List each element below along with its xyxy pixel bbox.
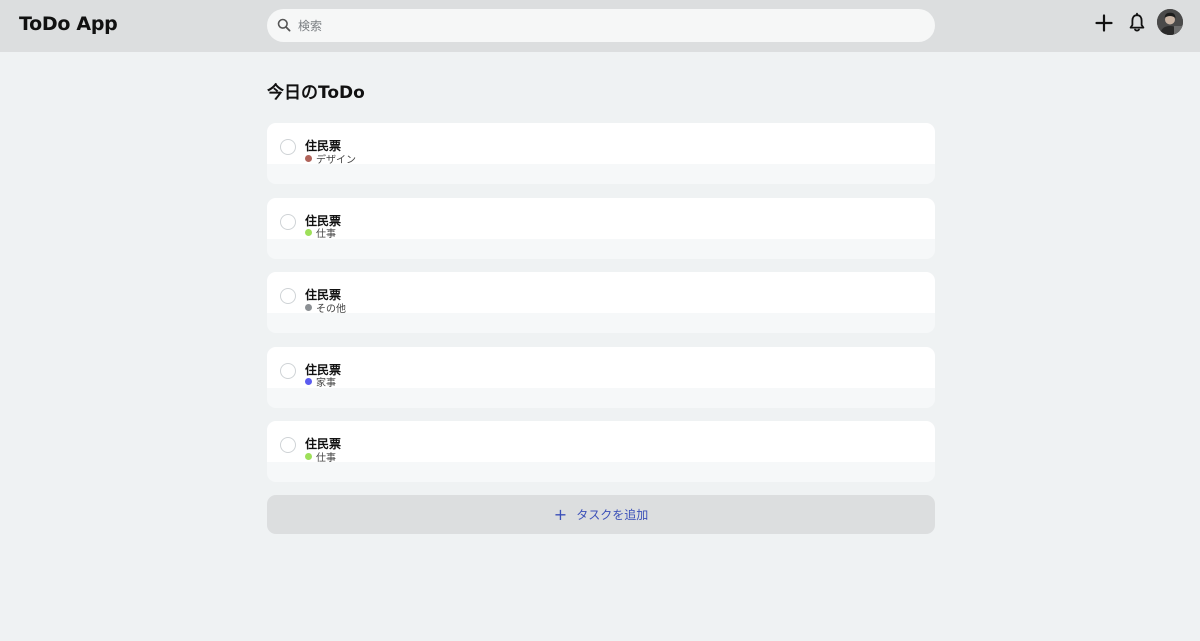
task-checkbox[interactable] [280,437,296,453]
add-task-button[interactable]: + タスクを追加 [267,495,935,534]
category-dot-icon [305,303,312,311]
app-title: ToDo App [19,13,118,35]
add-task-label: タスクを追加 [576,508,649,522]
task-checkbox[interactable] [280,288,296,304]
category-dot-icon [305,229,312,236]
task-item[interactable]: 住民票 仕事 [267,197,935,259]
user-avatar-icon [1157,9,1183,35]
task-item-top [267,421,935,462]
category-label: デザイン [316,154,356,166]
category-label: 仕事 [316,229,336,240]
task-category: その他 [305,301,346,315]
plus-icon: + [553,504,568,524]
task-category: 家事 [305,376,336,389]
task-category: 仕事 [305,450,336,464]
category-dot-icon [305,378,312,385]
search-bar[interactable] [267,9,935,42]
task-checkbox[interactable] [280,213,296,230]
task-item[interactable]: 住民票 家事 [267,346,935,408]
task-item[interactable]: 住民票 デザイン [267,123,935,184]
task-checkbox[interactable] [280,139,296,155]
task-checkbox[interactable] [280,362,296,379]
search-input[interactable] [298,9,918,42]
category-label: その他 [316,303,346,315]
task-item-top [267,272,935,313]
task-category: デザイン [305,152,356,166]
task-list: 住民票 デザイン 住民票 仕事 住民票 その他 住民票 家事 住民票 仕事 [267,123,935,496]
add-icon[interactable] [1092,11,1116,35]
task-item[interactable]: 住民票 その他 [267,272,935,333]
top-bar: ToDo App [0,0,1200,52]
avatar[interactable] [1157,9,1183,35]
task-item-top [267,197,935,239]
search-icon [277,18,291,32]
task-item[interactable]: 住民票 仕事 [267,421,935,482]
bell-icon[interactable] [1125,11,1149,35]
category-dot-icon [305,452,312,460]
task-item-top [267,123,935,164]
task-category: 仕事 [305,227,336,240]
category-label: 家事 [316,378,336,389]
task-item-top [267,346,935,388]
page-title: 今日のToDo [267,83,365,103]
category-label: 仕事 [316,452,336,464]
category-dot-icon [305,154,312,162]
